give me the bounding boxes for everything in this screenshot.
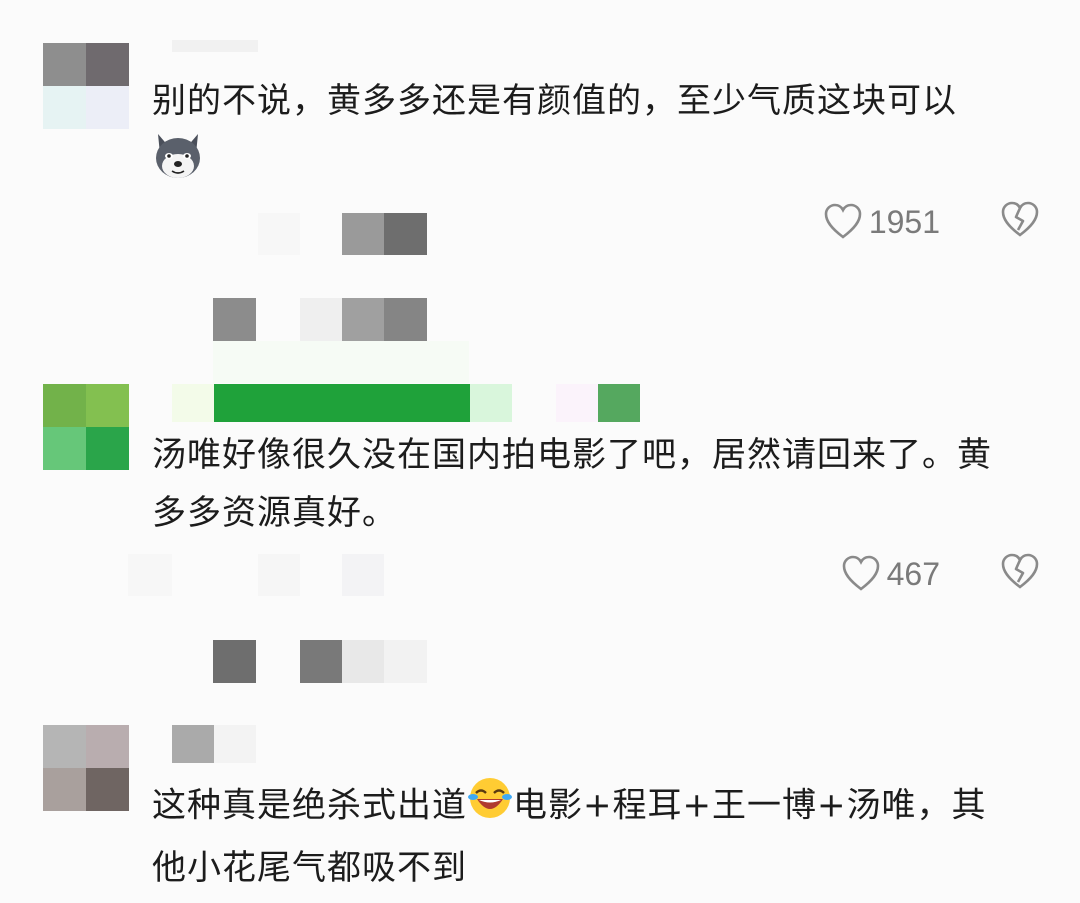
wolf-face-icon [152, 130, 204, 200]
like-button[interactable]: 1951 [823, 202, 940, 242]
avatar[interactable] [43, 43, 129, 129]
comment-text-line: 这种真是绝杀式出道 [152, 785, 467, 826]
pixelated-block [213, 341, 469, 383]
pixelated-block [300, 298, 342, 341]
pixelated-block [342, 554, 384, 596]
pixelated-block [300, 640, 342, 683]
comment-text: 汤唯好像很久没在国内拍电影了吧，居然请回来了。黄 多多资源真好。 [152, 426, 1052, 542]
heart-icon [842, 555, 879, 591]
pixelated-block [384, 298, 427, 341]
pixelated-username [556, 384, 598, 422]
pixelated-username [214, 384, 470, 422]
comment-text-line: 多多资源真好。 [152, 493, 397, 533]
pixelated-block [384, 213, 427, 255]
comment-text-line: 他小花尾气都吸不到 [152, 848, 467, 888]
comment-text: 别的不说，黄多多还是有颜值的，至少气质这块可以 [152, 72, 1052, 200]
pixelated-username [470, 384, 512, 422]
avatar[interactable] [43, 725, 129, 811]
comment-text-line: 电影+程耳+王一博+汤唯，其 [513, 785, 987, 826]
pixelated-block [213, 640, 256, 683]
pixelated-username [214, 725, 256, 763]
comment-text: 这种真是绝杀式出道 电影+程耳+王一博+汤唯，其 他小花尾气都吸不到 [152, 775, 1052, 897]
comment-text-line: 别的不说，黄多多还是有颜值的，至少气质这块可以 [152, 81, 957, 121]
comment-text-line: 汤唯好像很久没在国内拍电影了吧，居然请回来了。黄 [152, 435, 992, 475]
pixelated-username [172, 725, 214, 763]
laughing-crying-face-icon [467, 775, 513, 839]
pixelated-block [213, 298, 256, 341]
broken-heart-icon [1001, 201, 1039, 237]
like-count: 467 [886, 555, 940, 592]
pixelated-username [172, 40, 258, 52]
pixelated-block [342, 298, 384, 341]
pixelated-block [342, 640, 384, 683]
like-count: 1951 [868, 203, 940, 240]
avatar[interactable] [43, 384, 129, 470]
pixelated-block [128, 554, 172, 596]
pixelated-username [598, 384, 640, 422]
pixelated-username [172, 384, 214, 422]
heart-icon [824, 203, 862, 239]
broken-heart-icon [1001, 553, 1039, 589]
comment-actions: 467 [841, 552, 1040, 596]
dislike-button[interactable] [1000, 552, 1040, 596]
pixelated-block [384, 640, 427, 683]
pixelated-block [342, 213, 384, 255]
pixelated-block [258, 554, 300, 596]
like-button[interactable]: 467 [841, 554, 940, 594]
dislike-button[interactable] [1000, 200, 1040, 244]
pixelated-block [258, 213, 300, 255]
comment-actions: 1951 [823, 200, 1040, 244]
